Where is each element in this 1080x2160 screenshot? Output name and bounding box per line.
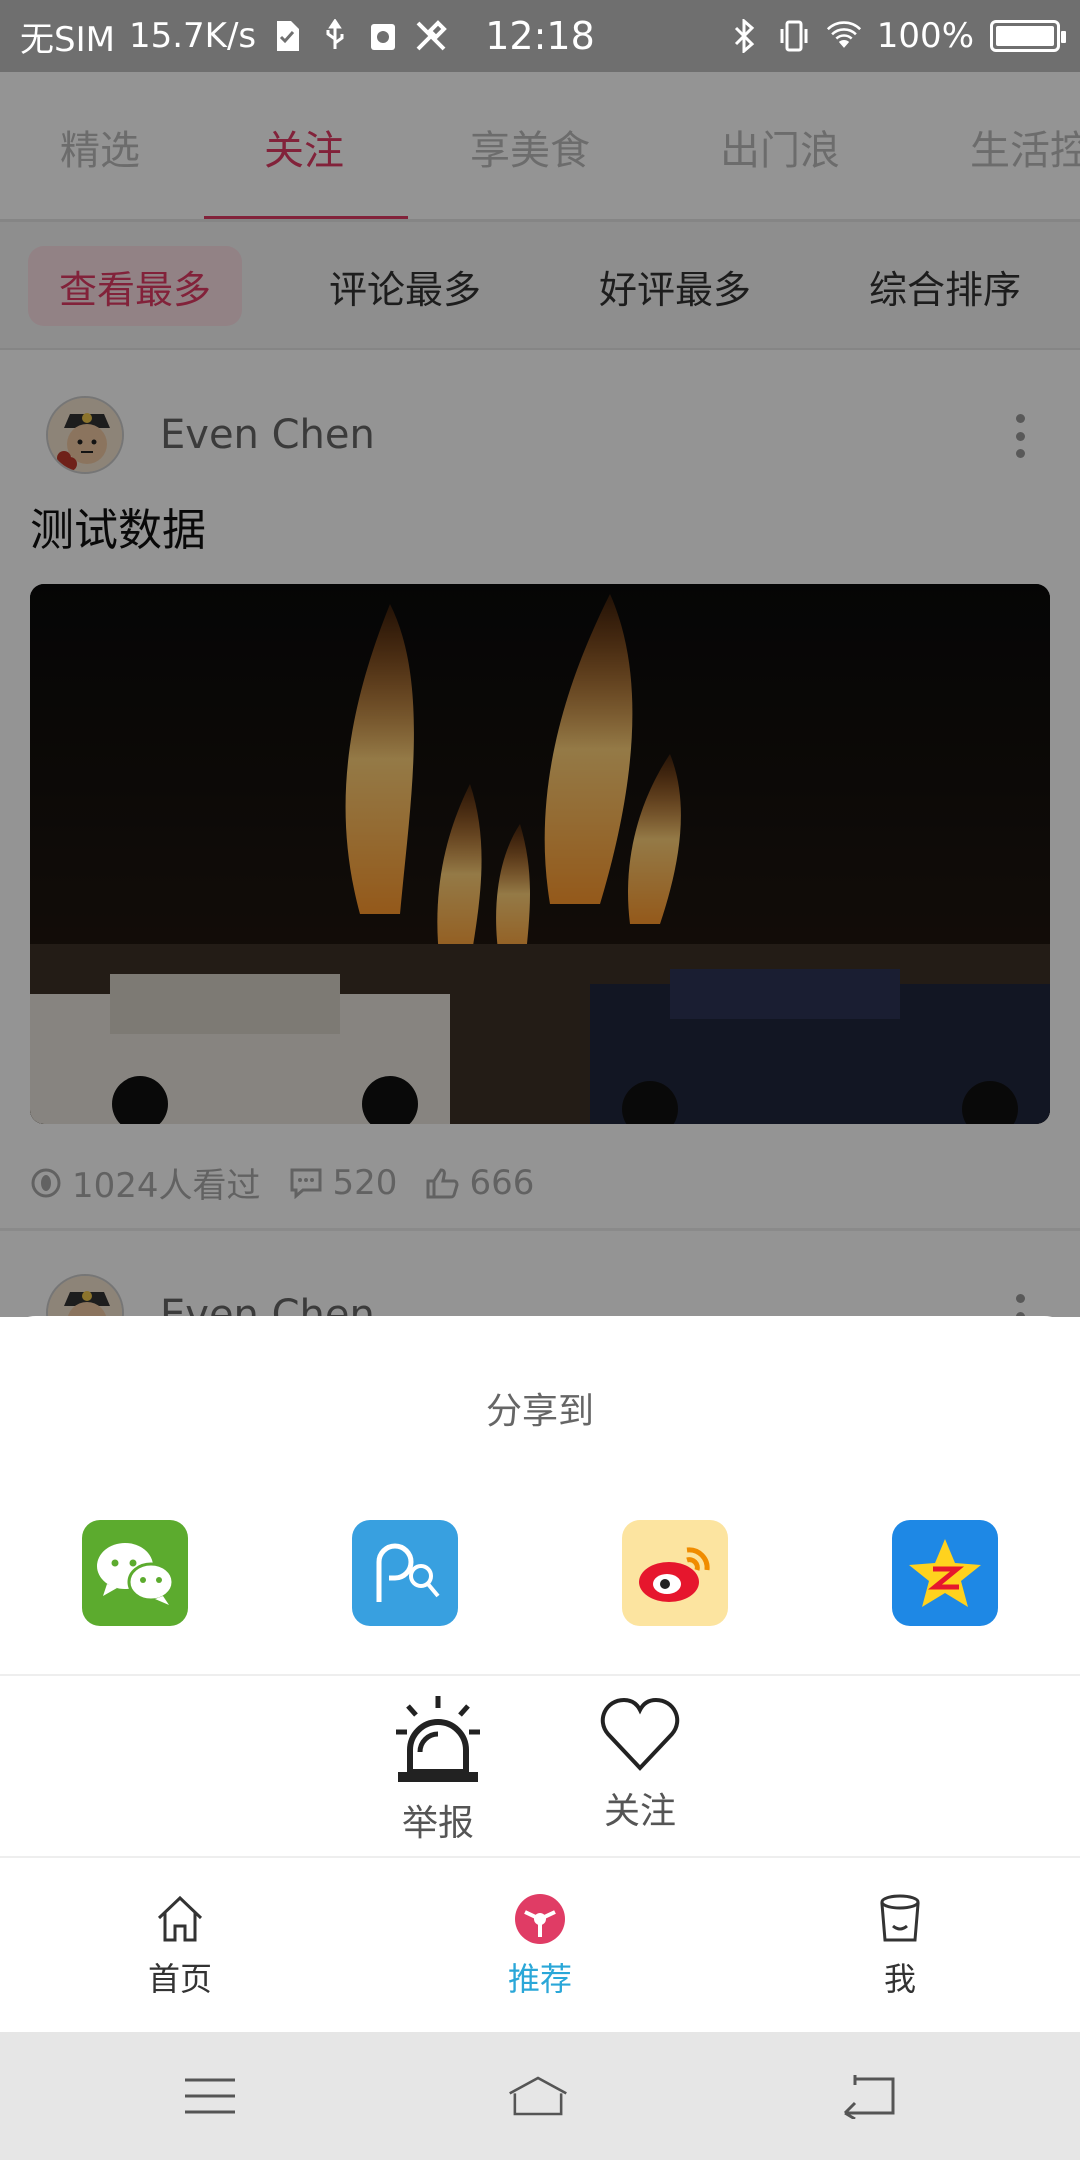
weibo-share-button[interactable] <box>622 1520 728 1626</box>
bottom-nav: 首页 推荐 我 <box>0 1856 1080 2032</box>
back-icon[interactable] <box>838 2066 898 2126</box>
system-nav-bar <box>0 2032 1080 2160</box>
nav-home-label: 首页 <box>147 1960 212 1998</box>
alarm-icon <box>396 1696 480 1782</box>
moments-share-button[interactable] <box>352 1520 458 1626</box>
share-title: 分享到 <box>485 1391 594 1432</box>
status-bar: 无SIM 15.7K/s 12:18 100% <box>0 0 1080 72</box>
nav-me-label: 我 <box>883 1960 916 1998</box>
vibrate-icon <box>777 19 811 53</box>
qzone-icon <box>909 1539 981 1607</box>
share-sheet: 分享到 举报 关注 <box>0 1316 1080 1856</box>
nav-me[interactable]: 我 <box>800 1858 1000 2034</box>
modal-backdrop[interactable] <box>0 72 1080 1317</box>
network-speed: 15.7K/s <box>128 16 257 56</box>
follow-button[interactable]: 关注 <box>598 1692 682 1834</box>
nav-home[interactable]: 首页 <box>80 1858 280 2034</box>
home-button-icon[interactable] <box>508 2066 568 2126</box>
battery-percent: 100% <box>876 16 974 56</box>
nav-recommend[interactable]: 推荐 <box>440 1858 640 2034</box>
home-icon <box>157 1895 203 1942</box>
status-left: 无SIM 15.7K/s <box>20 12 448 61</box>
carrier-text: 无SIM <box>20 19 115 60</box>
qzone-share-button[interactable] <box>892 1520 998 1626</box>
wechat-icon <box>97 1543 175 1605</box>
usb-icon <box>318 19 352 53</box>
heart-icon <box>600 1697 680 1771</box>
usb-debug-icon <box>366 19 400 53</box>
wechat-share-button[interactable] <box>82 1520 188 1626</box>
sd-card-icon <box>270 19 304 53</box>
battery-fill <box>996 26 1054 46</box>
sheet-divider <box>0 1674 1080 1676</box>
report-label: 举报 <box>401 1803 474 1844</box>
follow-label: 关注 <box>603 1791 676 1832</box>
recommend-icon <box>515 1894 565 1944</box>
tools-icon <box>414 19 448 53</box>
menu-icon[interactable] <box>180 2066 240 2126</box>
battery-icon <box>990 20 1066 52</box>
profile-icon <box>880 1894 920 1942</box>
pengyouquan-icon <box>376 1543 440 1602</box>
report-button[interactable]: 举报 <box>390 1692 486 1846</box>
wifi-icon <box>826 19 861 53</box>
weibo-icon <box>639 1547 710 1602</box>
nav-recommend-label: 推荐 <box>507 1960 572 1998</box>
status-right: 100% <box>727 16 1066 56</box>
bluetooth-icon <box>727 19 761 53</box>
